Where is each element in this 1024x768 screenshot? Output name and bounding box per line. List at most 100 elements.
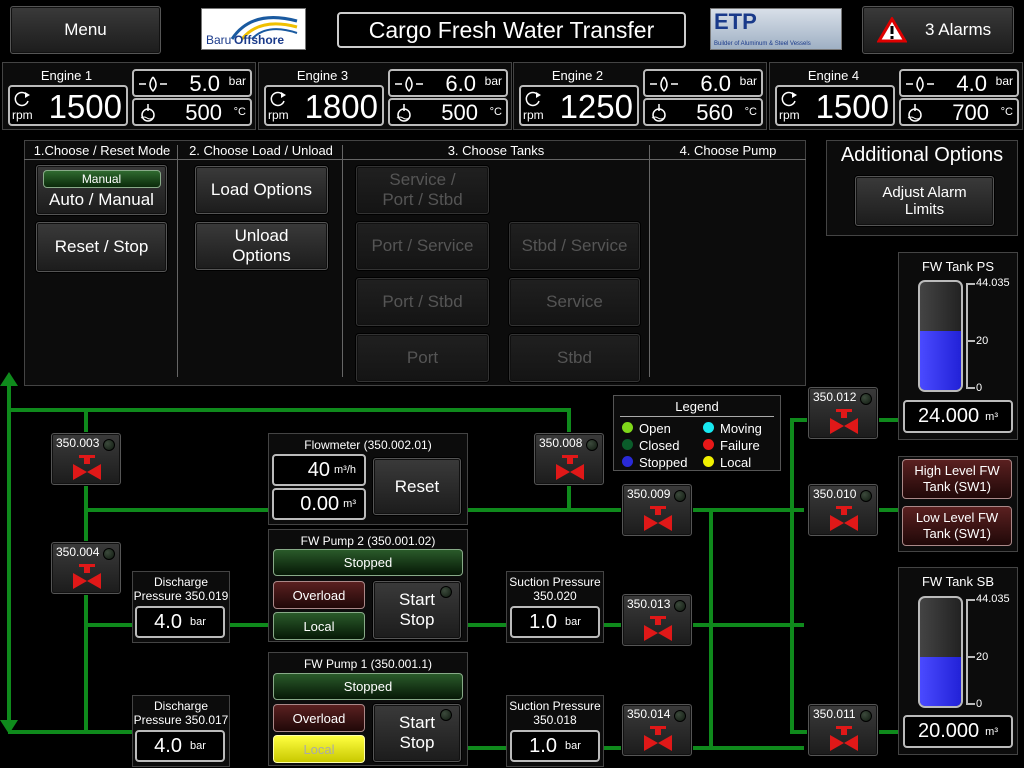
valve-012[interactable]: 350.012 [808,387,878,439]
tank-sb-tick-min: 0 [976,698,983,710]
pump1-status-indicator: Stopped [273,673,463,700]
pump2-start-stop-button[interactable]: Start Stop [373,581,461,639]
valve-014[interactable]: 350.014 [622,704,692,756]
engine-rpm-value: 1500 [815,88,889,125]
engine-panel: Engine 4 rpm 1500 4.0 bar 700 °C [769,62,1023,130]
valve-icon [73,564,101,589]
tank-stbd-service-button[interactable]: Stbd / Service [509,222,640,270]
additional-options-title: Additional Options [840,144,1004,166]
legend-stopped-dot [622,456,633,467]
tank-service-button[interactable]: Service [509,278,640,326]
legend-failure-dot [703,439,714,450]
tank-ps-tick-min: 0 [976,382,983,394]
valve-009[interactable]: 350.009 [622,484,692,536]
mode-header: 1.Choose / Reset Mode [33,143,171,158]
reset-stop-button[interactable]: Reset / Stop [36,222,167,272]
oil-pressure-icon [139,76,167,93]
engine-temp-display: 700 °C [899,98,1019,126]
logo-text-baru: Baru [206,33,232,47]
valve-003[interactable]: 350.003 [51,433,121,485]
tank-ps-volume-display: 24.000 m³ [903,400,1013,433]
pump2-status-indicator: Stopped [273,549,463,576]
engine-pressure-value: 4.0 [956,71,987,96]
engine-rpm-display: rpm 1250 [519,85,639,126]
valve-004[interactable]: 350.004 [51,542,121,594]
pump1-title: FW Pump 1 (350.001.1) [303,657,433,671]
engine-name: Engine 4 [807,68,860,83]
valve-013[interactable]: 350.013 [622,594,692,646]
manual-indicator: Manual [42,170,161,188]
load-header: 2. Choose Load / Unload [189,143,333,158]
pump2-local-indicator: Local [273,612,365,640]
tank-sb-gauge [918,596,963,708]
valve-icon [644,616,672,641]
flowmeter-reset-button[interactable]: Reset [373,458,461,515]
valve-010[interactable]: 350.010 [808,484,878,536]
arrow-up-icon [0,372,18,386]
valve-icon [644,506,672,531]
valve-008[interactable]: 350.008 [534,433,604,485]
tank-service-port-stbd-button[interactable]: Service / Port / Stbd [356,166,489,214]
valve-led [674,490,686,502]
tank-ps-gauge [918,280,963,392]
adjust-alarm-limits-button[interactable]: Adjust Alarm Limits [855,176,994,226]
tank-stbd-button[interactable]: Stbd [509,334,640,382]
flowmeter-rate-display: 40 m³/h [272,454,366,486]
tank-sb-title: FW Tank SB [921,574,994,589]
engine-pressure-value: 6.0 [445,71,476,96]
pump2-led [440,586,452,598]
pump1-local-indicator: Local [273,735,365,763]
pump1-led [440,709,452,721]
tank-sb-volume-display: 20.000 m³ [903,715,1013,748]
legend-moving-dot [703,422,714,433]
rpm-icon [270,91,286,107]
valve-011[interactable]: 350.011 [808,704,878,756]
alarms-button[interactable]: 3 Alarms [862,6,1014,54]
high-level-alarm-indicator: High Level FW Tank (SW1) [902,459,1012,499]
legend-title: Legend [675,399,719,414]
tank-port-button[interactable]: Port [356,334,489,382]
valve-icon [830,506,858,531]
engine-temp-value: 500 [441,100,478,125]
suction1-display: 1.0 bar [510,730,600,762]
unload-options-button[interactable]: Unload Options [195,222,328,270]
engine-panel: Engine 3 rpm 1800 6.0 bar 500 °C [258,62,512,130]
tanks-header: 3. Choose Tanks [447,143,545,158]
load-options-button[interactable]: Load Options [195,166,328,214]
engine-temp-value: 560 [696,100,733,125]
engine-temp-display: 500 °C [388,98,508,126]
engine-pressure-value: 5.0 [189,71,220,96]
valve-icon [830,726,858,751]
pump1-start-stop-button[interactable]: Start Stop [373,704,461,762]
pump2-title: FW Pump 2 (350.001.02) [300,534,436,548]
auto-manual-button[interactable]: Manual Auto / Manual [36,165,167,215]
suction2-display: 1.0 bar [510,606,600,638]
legend-panel: Legend Open Closed Stopped Moving Failur… [613,395,781,471]
pump1-overload-indicator: Overload [273,704,365,732]
engine-rpm-value: 1250 [559,88,633,125]
engine-rpm-value: 1800 [304,88,378,125]
oil-pressure-icon [906,76,934,93]
engine-rpm-display: rpm 1800 [264,85,384,126]
menu-button[interactable]: Menu [10,6,161,54]
engine-rpm-display: rpm 1500 [8,85,128,126]
discharge1-display: 4.0 bar [135,730,225,762]
legend-open-dot [622,422,633,433]
engine-rpm-value: 1500 [48,88,122,125]
logo-text-offshore: Offshore [234,33,285,47]
engine-temp-display: 500 °C [132,98,252,126]
valve-led [860,490,872,502]
tank-port-service-button[interactable]: Port / Service [356,222,489,270]
engine-pressure-display: 4.0 bar [899,69,1019,97]
valve-led [586,439,598,451]
pump2-overload-indicator: Overload [273,581,365,609]
coolant-temp-icon [140,104,155,122]
tank-sb-tick-mid: 20 [976,651,989,663]
tank-port-stbd-button[interactable]: Port / Stbd [356,278,489,326]
tank-ps-scale [966,283,975,389]
engine-temp-value: 500 [185,100,222,125]
tank-ps-fill [920,331,961,390]
valve-icon [644,726,672,751]
engine-name: Engine 2 [551,68,604,83]
flowmeter-title: Flowmeter (350.002.01) [304,438,432,452]
